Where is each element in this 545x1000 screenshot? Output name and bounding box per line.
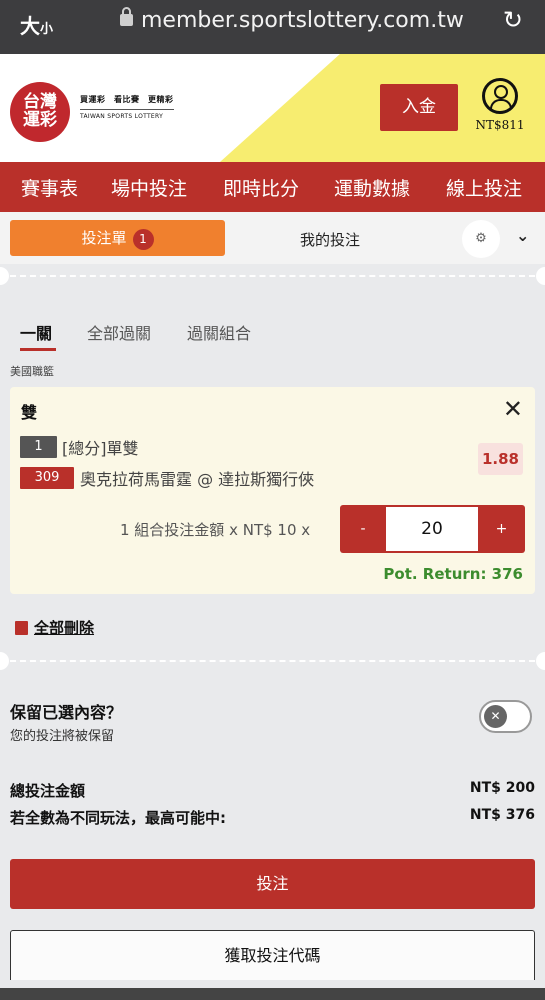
league-label: 美國職籃 bbox=[10, 365, 54, 378]
balance: NT$811 bbox=[475, 118, 525, 132]
slogan: 買運彩 看比賽 更精彩 bbox=[80, 95, 174, 104]
tab-single[interactable]: 一關 bbox=[20, 320, 52, 344]
delete-all-link[interactable]: 全部刪除 bbox=[15, 617, 94, 638]
get-bet-code-button[interactable]: 獲取投注代碼 bbox=[10, 930, 535, 980]
reload-icon[interactable]: ↻ bbox=[503, 6, 523, 34]
tab-betslip[interactable]: 投注單 1 bbox=[10, 220, 225, 256]
chevron-down-icon[interactable]: ⌄ bbox=[516, 226, 529, 245]
max-return-value: NT$ 376 bbox=[469, 807, 535, 823]
account-button[interactable]: NT$811 bbox=[474, 78, 526, 132]
decrement-button[interactable]: - bbox=[340, 505, 386, 553]
nav-item-schedule[interactable]: 賽事表 bbox=[21, 174, 78, 201]
divider bbox=[0, 275, 545, 277]
nav-item-live-betting[interactable]: 場中投注 bbox=[111, 174, 187, 201]
stake-label: 1 組合投注金額 x NT$ 10 x bbox=[120, 521, 311, 539]
match-code: 309 bbox=[20, 467, 74, 489]
divider-notch bbox=[0, 267, 9, 285]
english-name: TAIWAN SPORTS LOTTERY bbox=[80, 109, 174, 120]
increment-button[interactable]: + bbox=[478, 505, 525, 553]
close-icon[interactable]: ✕ bbox=[503, 395, 523, 423]
logo-line-1: 台灣 bbox=[23, 92, 57, 112]
tab-all-parlay[interactable]: 全部過關 bbox=[87, 320, 151, 344]
logo-line-2: 運彩 bbox=[23, 110, 57, 130]
divider-notch bbox=[536, 267, 545, 285]
address-field[interactable]: member.sportslottery.com.tw bbox=[120, 7, 464, 33]
bet-type-tabs: 一關 全部過關 過關組合 bbox=[20, 320, 540, 351]
main-nav: 賽事表 場中投注 即時比分 運動數據 線上投注 bbox=[0, 162, 545, 212]
stake-input[interactable]: 20 bbox=[386, 507, 478, 551]
selection-name: [總分]單雙 bbox=[62, 439, 139, 458]
gear-icon[interactable]: ⚙ bbox=[462, 220, 500, 258]
potential-return: Pot. Return: 376 bbox=[383, 565, 523, 583]
tab-my-bets[interactable]: 我的投注 bbox=[300, 229, 360, 250]
keep-selections-title: 保留已選內容？ bbox=[10, 703, 123, 722]
total-stake-label: 總投注金額 bbox=[10, 782, 86, 800]
betslip-count-badge: 1 bbox=[132, 229, 154, 250]
site-header: 台灣 運彩 買運彩 看比賽 更精彩 TAIWAN SPORTS LOTTERY … bbox=[0, 54, 545, 162]
bottom-bar bbox=[0, 988, 545, 1000]
market-title: 雙 bbox=[21, 403, 38, 422]
lock-icon bbox=[120, 7, 133, 26]
max-return-row: 若全數為不同玩法，最高可能中: NT$ 376 bbox=[10, 807, 535, 828]
nav-item-live-scores[interactable]: 即時比分 bbox=[223, 174, 299, 201]
match-name: 奧克拉荷馬雷霆 @ 達拉斯獨行俠 bbox=[80, 470, 315, 489]
divider bbox=[0, 660, 545, 662]
nav-item-sports-data[interactable]: 運動數據 bbox=[334, 174, 410, 201]
divider-notch bbox=[0, 652, 9, 670]
keep-selections-subtitle: 您的投注將被保留 bbox=[10, 729, 115, 744]
delete-all-label: 全部刪除 bbox=[34, 619, 95, 637]
divider-notch bbox=[536, 652, 545, 670]
keep-selections-toggle[interactable]: ✕ bbox=[479, 700, 532, 733]
text-size-button[interactable]: 大小 bbox=[20, 10, 53, 39]
active-tab-underline bbox=[20, 348, 56, 351]
selection-code: 1 bbox=[20, 436, 57, 458]
bet-card: 雙 ✕ 1 [總分]單雙 309 奧克拉荷馬雷霆 @ 達拉斯獨行俠 1.88 1… bbox=[10, 387, 535, 594]
tab-betslip-label: 投注單 bbox=[81, 229, 127, 247]
place-bet-button[interactable]: 投注 bbox=[10, 859, 535, 909]
user-icon bbox=[482, 78, 518, 114]
slip-tabs: 投注單 1 我的投注 ⚙ ⌄ bbox=[0, 212, 545, 264]
total-stake-value: NT$ 200 bbox=[469, 780, 535, 796]
logo-text: 買運彩 看比賽 更精彩 TAIWAN SPORTS LOTTERY bbox=[80, 94, 174, 120]
nav-item-online-betting[interactable]: 線上投注 bbox=[446, 174, 522, 201]
logo[interactable]: 台灣 運彩 bbox=[10, 82, 70, 142]
deposit-button[interactable]: 入金 bbox=[380, 84, 458, 131]
total-stake-row: 總投注金額 NT$ 200 bbox=[10, 780, 535, 801]
url-text: member.sportslottery.com.tw bbox=[141, 8, 464, 33]
toggle-off-icon: ✕ bbox=[484, 705, 507, 728]
odds-badge: 1.88 bbox=[478, 443, 523, 475]
stake-stepper: - 20 + bbox=[340, 505, 525, 553]
tab-parlay-combo[interactable]: 過關組合 bbox=[187, 320, 251, 344]
trash-icon bbox=[15, 621, 28, 635]
max-return-label: 若全數為不同玩法，最高可能中: bbox=[10, 809, 227, 827]
browser-url-bar: 大小 member.sportslottery.com.tw ↻ bbox=[0, 0, 545, 54]
